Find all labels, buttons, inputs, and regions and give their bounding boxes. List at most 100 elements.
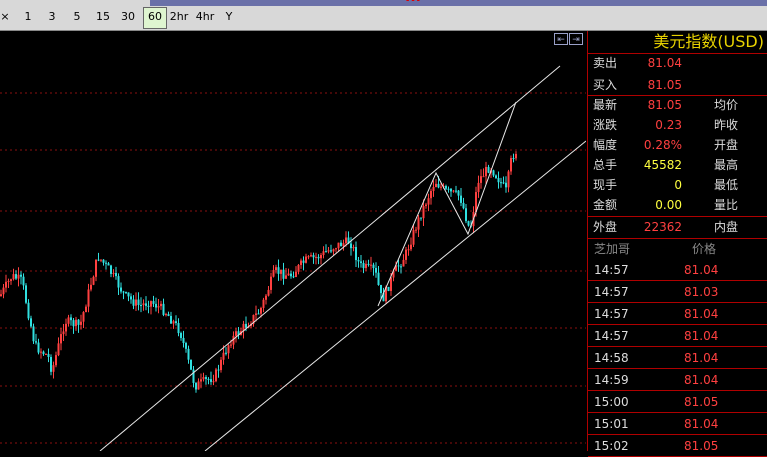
candle-body — [265, 295, 267, 300]
candle-body — [50, 356, 52, 372]
amount-label: 金额 — [593, 198, 618, 212]
outer-value: 22362 — [643, 220, 682, 234]
candle-body — [65, 323, 67, 332]
candle-body — [437, 183, 440, 188]
tick-row: 14:59 81.04 — [588, 369, 767, 391]
timeframe-60min-button[interactable]: 60 — [143, 7, 167, 29]
buy-row: 买入 81.05 — [588, 75, 767, 95]
close-chart-button[interactable]: × — [0, 7, 10, 27]
volume-row: 总手 45582 最高 — [588, 155, 767, 175]
candle-body — [47, 353, 50, 357]
buy-label: 买入 — [593, 78, 618, 92]
candle-body — [330, 250, 332, 252]
candle-body — [52, 365, 55, 372]
candle-body — [42, 351, 45, 355]
window-title-fragment: ... — [405, 0, 421, 5]
candle-body — [435, 183, 437, 188]
last-label: 最新 — [593, 98, 618, 112]
candle-body — [77, 319, 80, 325]
candle-body — [122, 291, 125, 293]
candle-body — [120, 287, 122, 292]
candle-body — [127, 292, 130, 297]
candle-body — [180, 333, 182, 338]
prev-close-label: 昨收 — [714, 118, 739, 132]
candle-body — [375, 267, 377, 273]
candle-body — [135, 299, 137, 306]
candle-body — [427, 198, 430, 205]
candle-body — [170, 315, 172, 324]
candlestick-chart[interactable] — [0, 31, 587, 452]
candle-body — [132, 299, 135, 306]
low-label: 最低 — [714, 178, 739, 192]
candle-body — [420, 217, 422, 219]
candle-body — [190, 359, 192, 370]
tick-row: 14:57 81.04 — [588, 259, 767, 281]
amount-row: 金额 0.00 量比 — [588, 195, 767, 215]
candle-body — [75, 319, 77, 327]
last-value: 81.05 — [647, 98, 682, 112]
timeframe-1min-button[interactable]: 1 — [21, 7, 35, 27]
candle-body — [255, 313, 257, 315]
sell-label: 卖出 — [593, 56, 618, 70]
expand-left-icon[interactable]: ⇤ — [554, 33, 568, 45]
price-chart[interactable] — [0, 31, 587, 452]
candle-body — [130, 296, 132, 300]
candle-body — [512, 158, 515, 160]
candle-body — [495, 175, 497, 178]
expand-right-icon[interactable]: ⇥ — [569, 33, 583, 45]
candle-body — [337, 242, 340, 249]
candle-body — [332, 249, 335, 252]
candle-body — [27, 302, 30, 319]
candle-body — [105, 262, 107, 264]
tick-time: 14:58 — [594, 351, 629, 365]
candle-body — [365, 263, 367, 269]
tick-price: 81.04 — [684, 263, 719, 277]
candle-body — [315, 256, 317, 258]
tick-price: 81.04 — [684, 329, 719, 343]
candle-body — [185, 343, 187, 349]
candle-body — [177, 322, 180, 334]
ticks-source-header: 芝加哥 — [594, 242, 631, 256]
candle-body — [275, 267, 277, 271]
candle-body — [57, 343, 60, 356]
timeframe-5min-button[interactable]: 5 — [70, 7, 84, 27]
candle-body — [85, 306, 87, 313]
candle-body — [142, 303, 145, 306]
candle-body — [165, 314, 167, 316]
outer-row: 外盘 22362 内盘 — [588, 217, 767, 237]
candle-body — [62, 331, 65, 335]
tick-price: 81.04 — [684, 373, 719, 387]
candle-body — [20, 274, 22, 277]
candle-body — [505, 182, 507, 188]
timeframe-3min-button[interactable]: 3 — [45, 7, 59, 27]
timeframe-30min-button[interactable]: 30 — [118, 7, 138, 27]
candle-body — [60, 334, 62, 344]
pct-label: 幅度 — [593, 138, 618, 152]
separator — [588, 238, 767, 239]
candle-body — [162, 303, 165, 315]
candle-body — [425, 204, 427, 206]
cur-row: 现手 0 最低 — [588, 175, 767, 195]
candle-body — [487, 166, 490, 173]
timeframe-4hr-button[interactable]: 4hr — [194, 7, 216, 27]
candle-body — [140, 304, 142, 306]
candle-body — [390, 277, 392, 291]
channel-upper-line — [99, 65, 561, 452]
candle-body — [215, 369, 217, 382]
candle-body — [225, 352, 227, 354]
candle-body — [350, 243, 352, 249]
candle-body — [417, 217, 420, 230]
candle-body — [145, 303, 147, 306]
candle-body — [260, 307, 262, 314]
tick-row: 15:00 81.05 — [588, 391, 767, 413]
high-label: 最高 — [714, 158, 739, 172]
timeframe-15min-button[interactable]: 15 — [93, 7, 113, 27]
buy-value: 81.05 — [647, 78, 682, 92]
tick-row: 15:02 81.05 — [588, 435, 767, 457]
timeframe-year-button[interactable]: Y — [222, 7, 236, 27]
candle-body — [217, 369, 220, 371]
candle-body — [10, 279, 12, 281]
timeframe-2hr-button[interactable]: 2hr — [168, 7, 190, 27]
candle-body — [45, 353, 47, 355]
tick-price: 81.03 — [684, 285, 719, 299]
